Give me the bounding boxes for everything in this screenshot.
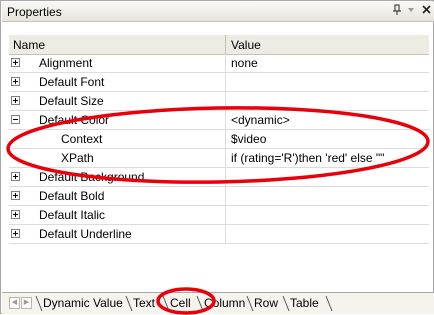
dropdown-icon[interactable] <box>404 4 418 18</box>
property-name: Default Background <box>39 170 145 184</box>
name-column-header[interactable]: Name <box>13 38 45 52</box>
tab-separator <box>125 295 133 312</box>
expand-icon[interactable] <box>11 58 20 67</box>
tab-separator <box>246 295 254 312</box>
row-column-separator <box>225 225 226 244</box>
properties-panel: Properties Name Value Alignment none Defau… <box>0 0 434 315</box>
property-row[interactable]: Default Background <box>9 168 429 187</box>
property-value[interactable]: <dynamic> <box>231 113 290 127</box>
collapse-icon[interactable] <box>11 115 20 124</box>
property-name: Context <box>61 132 103 146</box>
expand-icon[interactable] <box>11 210 20 219</box>
row-column-separator <box>225 73 226 92</box>
property-row[interactable]: Default Italic <box>9 206 429 225</box>
property-row[interactable]: Default Size <box>9 92 429 111</box>
property-name: Default Size <box>39 94 104 108</box>
expand-icon[interactable] <box>11 96 20 105</box>
property-row[interactable]: Default Bold <box>9 187 429 206</box>
panel-title: Properties <box>7 5 62 19</box>
property-row[interactable]: Default Color <dynamic> <box>9 111 429 130</box>
row-column-separator <box>225 149 226 168</box>
property-row[interactable]: Alignment none <box>9 54 429 73</box>
property-value[interactable]: if (rating='R')then 'red' else "" <box>231 151 384 165</box>
property-name: Default Color <box>39 113 110 127</box>
tab-separator <box>196 295 204 312</box>
tab-separator <box>325 295 333 312</box>
tab-dynamic-value[interactable]: Dynamic Value <box>43 296 123 310</box>
property-row[interactable]: Default Underline <box>9 225 429 244</box>
property-name: Alignment <box>39 56 93 70</box>
column-separator[interactable] <box>225 35 226 54</box>
tab-separator <box>35 295 43 312</box>
property-name: Default Underline <box>39 227 132 241</box>
expand-icon[interactable] <box>11 77 20 86</box>
row-column-separator <box>225 130 226 149</box>
tab-scroll-left-button[interactable]: ◀ <box>9 297 20 309</box>
property-row[interactable]: XPath if (rating='R')then 'red' else "" <box>9 149 429 168</box>
grid-header: Name Value <box>9 35 429 55</box>
property-name: XPath <box>61 151 94 165</box>
title-bar: Properties <box>2 2 434 22</box>
tab-scroll-right-button[interactable]: ▶ <box>21 297 32 309</box>
property-value[interactable]: $video <box>231 132 266 146</box>
tab-cell[interactable]: Cell <box>170 296 191 310</box>
property-row[interactable]: Context $video <box>9 130 429 149</box>
tab-separator <box>282 295 290 312</box>
row-column-separator <box>225 54 226 73</box>
expand-icon[interactable] <box>11 172 20 181</box>
tab-table[interactable]: Table <box>290 296 319 310</box>
tab-separator <box>162 295 170 312</box>
close-icon[interactable] <box>419 4 433 18</box>
property-name: Default Italic <box>39 208 106 222</box>
expand-icon[interactable] <box>11 229 20 238</box>
expand-icon[interactable] <box>11 191 20 200</box>
property-row[interactable]: Default Font <box>9 73 429 92</box>
property-name: Default Bold <box>39 189 105 203</box>
row-column-separator <box>225 111 226 130</box>
tab-row[interactable]: Row <box>254 296 278 310</box>
tab-text[interactable]: Text <box>133 296 155 310</box>
pin-icon[interactable] <box>390 4 404 18</box>
value-column-header[interactable]: Value <box>231 38 261 52</box>
row-column-separator <box>225 187 226 206</box>
tab-strip: ◀ ▶ Dynamic Value Text Cell Column Row Table <box>2 292 434 314</box>
row-column-separator <box>225 206 226 225</box>
tab-column[interactable]: Column <box>204 296 245 310</box>
property-value[interactable]: none <box>231 56 258 70</box>
property-name: Default Font <box>39 75 105 89</box>
row-column-separator <box>225 168 226 187</box>
row-column-separator <box>225 92 226 111</box>
